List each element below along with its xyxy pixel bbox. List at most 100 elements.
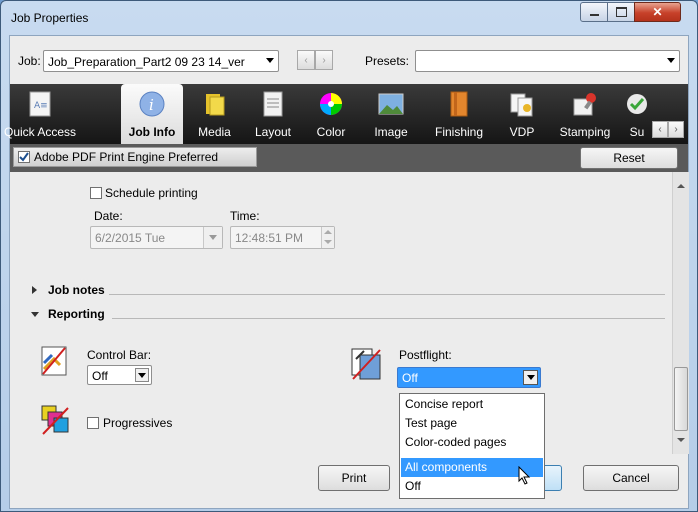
chevron-left-icon: ‹ <box>658 124 662 135</box>
tab-image[interactable]: Image <box>365 84 417 144</box>
job-select-value: Job_Preparation_Part2 09 23 14_ver <box>48 55 245 69</box>
scroll-down-icon <box>677 438 685 442</box>
progressives-checkbox[interactable] <box>87 417 99 429</box>
schedule-printing-checkbox[interactable] <box>90 187 102 199</box>
previous-job-button[interactable]: ‹ <box>297 50 315 70</box>
chevron-down-icon <box>266 58 274 63</box>
control-bar-dropdown-button[interactable] <box>135 368 149 382</box>
vertical-scrollbar[interactable] <box>672 172 689 454</box>
chevron-right-icon: › <box>322 54 326 66</box>
tab-media[interactable]: Media <box>192 84 237 144</box>
control-bar-value: Off <box>92 369 108 383</box>
tab-color[interactable]: Color <box>307 84 355 144</box>
date-value: 6/2/2015 Tue <box>95 231 166 245</box>
tab-label: Job Info <box>128 125 176 139</box>
tab-quick-access[interactable]: A≡ Quick Access <box>4 84 76 144</box>
time-value: 12:48:51 PM <box>235 231 304 245</box>
print-button[interactable]: Print <box>318 465 390 491</box>
stamping-icon <box>571 90 599 118</box>
tab-label: Stamping <box>559 125 611 139</box>
job-properties-window: Job Properties ✕ Job: Job_Preparation_Pa… <box>0 0 698 512</box>
quick-access-icon: A≡ <box>26 90 54 118</box>
job-notes-section-header[interactable]: Job notes <box>28 282 668 300</box>
chevron-down-icon <box>209 235 217 240</box>
job-label: Job: <box>18 54 41 68</box>
pdf-engine-option[interactable]: Adobe PDF Print Engine Preferred <box>13 147 257 167</box>
tab-layout[interactable]: Layout <box>246 84 300 144</box>
finishing-icon <box>445 90 473 118</box>
time-label: Time: <box>230 209 260 223</box>
chevron-down-icon <box>31 312 39 317</box>
postflight-option-concise-report[interactable]: Concise report <box>401 395 543 414</box>
ribbon-scroll-left-button[interactable]: ‹ <box>652 121 668 138</box>
reset-button[interactable]: Reset <box>580 147 678 169</box>
chevron-right-icon <box>32 286 37 294</box>
pdf-engine-checkbox[interactable] <box>18 151 30 163</box>
tab-label: Layout <box>254 125 292 139</box>
reset-label: Reset <box>613 151 645 165</box>
postflight-option-color-coded-pages[interactable]: Color-coded pages <box>401 433 543 452</box>
spinner-up-icon <box>324 230 332 234</box>
time-field[interactable]: 12:48:51 PM <box>230 226 335 249</box>
chevron-down-icon <box>138 373 146 378</box>
postflight-label: Postflight: <box>399 348 452 362</box>
tab-vdp[interactable]: VDP <box>501 84 543 144</box>
color-wheel-icon <box>317 90 345 118</box>
tab-label: Color <box>316 125 346 139</box>
svg-text:i: i <box>149 96 154 114</box>
ribbon-scroll-right-button[interactable]: › <box>668 121 684 138</box>
spinner-down-icon <box>324 240 332 244</box>
check-icon <box>623 90 651 118</box>
job-select[interactable]: Job_Preparation_Part2 09 23 14_ver <box>43 50 279 72</box>
job-row: Job: Job_Preparation_Part2 09 23 14_ver … <box>10 36 688 84</box>
tab-label: VDP <box>509 125 535 139</box>
date-picker[interactable]: 6/2/2015 Tue <box>90 226 223 249</box>
cancel-label: Cancel <box>612 471 650 485</box>
job-notes-label: Job notes <box>48 283 105 297</box>
chevron-down-icon <box>667 58 675 63</box>
cancel-button[interactable]: Cancel <box>583 465 679 491</box>
tab-summary[interactable]: Su <box>622 84 652 144</box>
section-divider <box>112 318 665 319</box>
minimize-button[interactable] <box>580 2 608 22</box>
postflight-select[interactable]: Off <box>397 367 541 388</box>
control-bar-icon <box>40 345 68 377</box>
postflight-option-test-page[interactable]: Test page <box>401 414 543 433</box>
presets-label: Presets: <box>365 54 410 68</box>
scroll-up-icon <box>677 184 685 188</box>
tab-label: Finishing <box>434 125 484 139</box>
next-job-button[interactable]: › <box>315 50 333 70</box>
control-bar-label: Control Bar: <box>87 348 152 362</box>
title-bar[interactable]: Job Properties ✕ <box>1 1 697 35</box>
time-spinner[interactable] <box>321 227 334 248</box>
date-label: Date: <box>94 209 123 223</box>
maximize-button[interactable] <box>607 2 635 22</box>
layout-icon <box>259 90 287 118</box>
presets-select[interactable] <box>415 50 680 72</box>
maximize-icon <box>615 7 627 17</box>
tab-label: Su <box>629 125 645 139</box>
tab-job-info[interactable]: i Job Info <box>121 84 183 144</box>
vdp-icon <box>508 90 536 118</box>
dialog-client: Job: Job_Preparation_Part2 09 23 14_ver … <box>4 35 689 509</box>
control-bar-select[interactable]: Off <box>87 365 152 385</box>
tab-stamping[interactable]: Stamping <box>553 84 617 144</box>
reporting-label: Reporting <box>48 307 105 321</box>
close-button[interactable]: ✕ <box>634 2 681 22</box>
postflight-value: Off <box>402 371 418 385</box>
chevron-left-icon: ‹ <box>304 54 308 66</box>
checkmark-icon <box>19 152 29 162</box>
postflight-dropdown-button[interactable] <box>523 370 538 385</box>
close-icon: ✕ <box>652 5 663 19</box>
tab-label: Media <box>198 125 231 139</box>
mouse-cursor-icon <box>518 466 531 485</box>
media-icon <box>201 90 229 118</box>
reporting-section-header[interactable]: Reporting <box>28 306 668 324</box>
schedule-printing-label: Schedule printing <box>105 186 198 200</box>
date-dropdown-button[interactable] <box>203 227 222 248</box>
info-icon: i <box>138 90 166 118</box>
tab-label: Image <box>374 125 408 139</box>
chevron-right-icon: › <box>674 124 678 135</box>
tab-finishing[interactable]: Finishing <box>427 84 491 144</box>
scrollbar-thumb[interactable] <box>674 367 688 431</box>
